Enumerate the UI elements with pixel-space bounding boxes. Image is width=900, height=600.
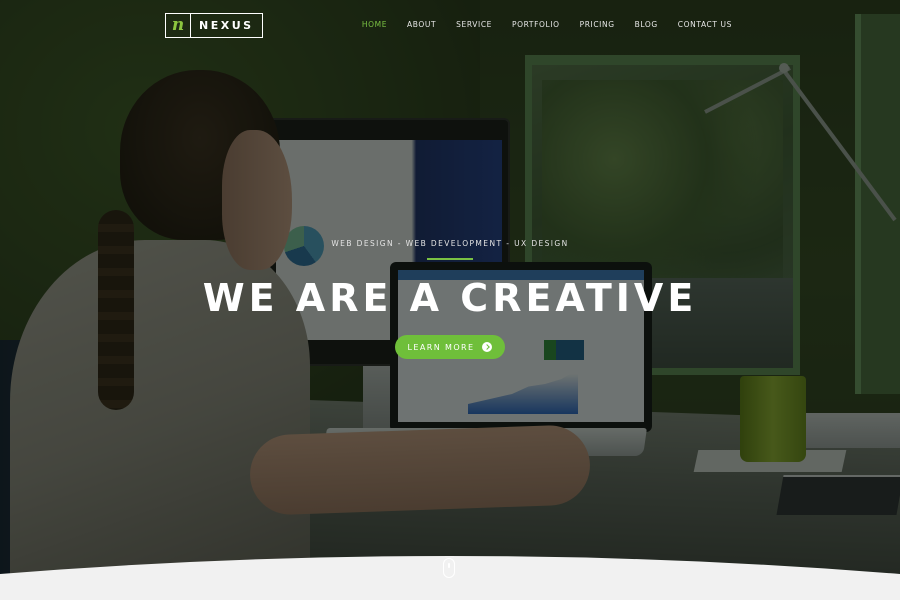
hero-tagline: WEB DESIGN - WEB DEVELOPMENT - UX DESIGN [331,239,569,248]
logo-text: NEXUS [199,19,254,32]
nav-portfolio[interactable]: PORTFOLIO [512,20,560,30]
site-logo[interactable]: n NEXUS [165,13,263,38]
nav-about[interactable]: ABOUT [407,20,436,30]
nav-home[interactable]: HOME [362,20,387,30]
chevron-right-circle-icon [482,342,493,352]
hero-headline: WE ARE A CREATIVE [202,276,698,320]
nav-service[interactable]: SERVICE [456,20,492,30]
nav-pricing[interactable]: PRICING [580,20,615,30]
nav-blog[interactable]: BLOG [635,20,658,30]
learn-more-label: LEARN MORE [407,342,475,352]
learn-more-button[interactable]: LEARN MORE [395,335,505,359]
main-nav: HOME ABOUT SERVICE PORTFOLIO PRICING BLO… [342,20,732,30]
logo-mark: n [166,14,191,37]
mouse-scroll-icon[interactable] [443,558,455,578]
tagline-underline [427,258,473,260]
nav-contact-us[interactable]: CONTACT US [678,20,732,30]
